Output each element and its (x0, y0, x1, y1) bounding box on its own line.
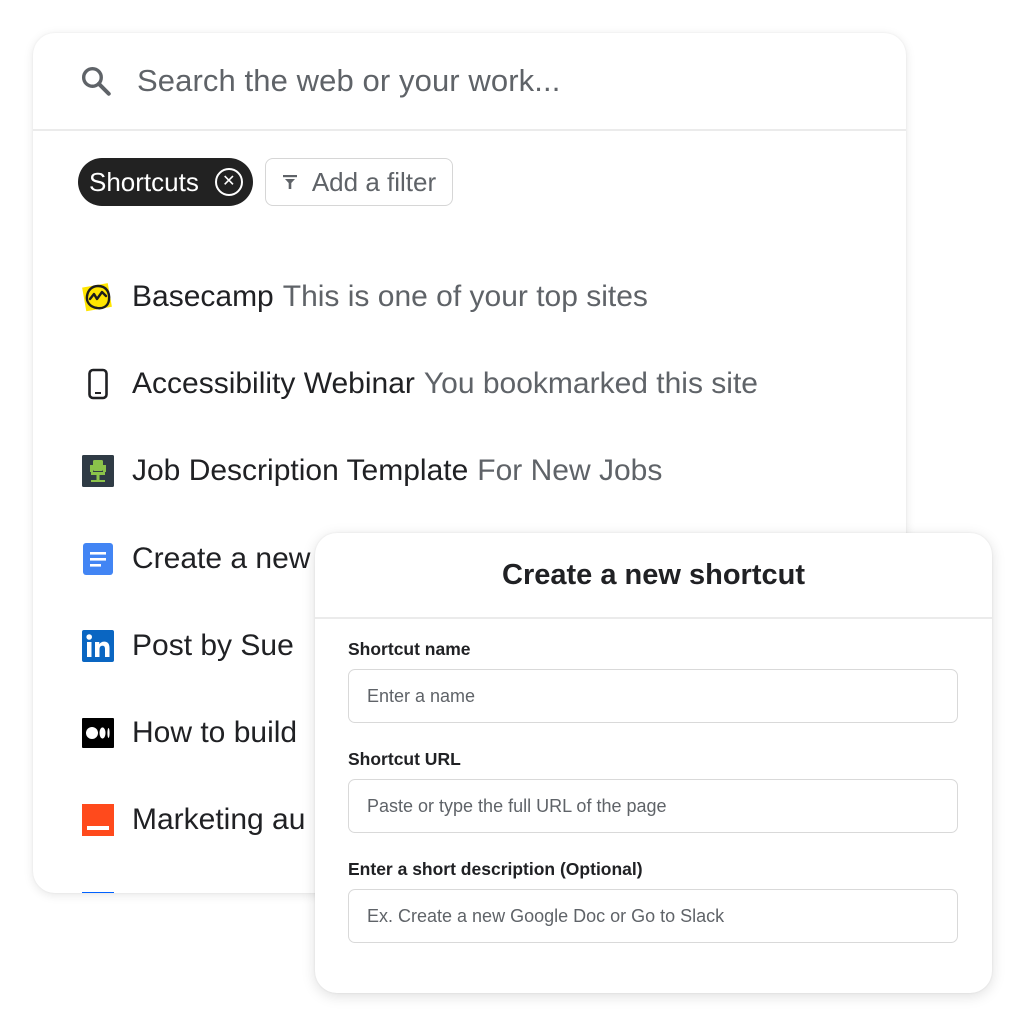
result-title: Job Description Template (132, 454, 469, 488)
search-icon (81, 66, 111, 96)
result-title: Marketing au (132, 803, 306, 837)
chip-label: Shortcuts (89, 166, 199, 197)
search-bar[interactable]: Search the web or your work... (33, 33, 906, 131)
add-filter-label: Add a filter (311, 166, 437, 197)
search-input[interactable]: Search the web or your work... (137, 63, 560, 99)
shortcut-description-input[interactable]: Ex. Create a new Google Doc or Go to Sla… (348, 889, 958, 943)
job-chair-icon (81, 454, 115, 488)
marketing-app-icon (81, 803, 115, 837)
result-title: How to build (132, 716, 298, 750)
shortcut-name-placeholder: Enter a name (367, 685, 476, 706)
shortcut-url-label: Shortcut URL (348, 749, 461, 769)
result-description: This is one of your top sites (282, 279, 648, 313)
shortcut-name-input[interactable]: Enter a name (348, 669, 958, 723)
basecamp-icon (81, 280, 115, 314)
shortcut-name-label: Shortcut name (348, 639, 471, 659)
result-title: Basecamp (132, 279, 274, 313)
result-title: Post by Sue (132, 628, 294, 662)
shortcuts-filter-chip[interactable]: Shortcuts ✕ (78, 158, 253, 206)
close-circle-icon[interactable]: ✕ (214, 168, 243, 196)
result-item-basecamp[interactable]: Basecamp This is one of your top sites (33, 253, 906, 340)
phone-icon (81, 367, 115, 401)
result-title: Accessibility Webinar (132, 366, 415, 400)
modal-title: Create a new shortcut (502, 558, 805, 591)
shortcut-url-input[interactable]: Paste or type the full URL of the page (348, 779, 958, 833)
modal-form: Shortcut name Enter a name Shortcut URL … (315, 619, 992, 943)
result-item-accessibility-webinar[interactable]: Accessibility Webinar You bookmarked thi… (33, 340, 906, 427)
create-shortcut-modal: Create a new shortcut Shortcut name Ente… (315, 533, 992, 993)
modal-header: Create a new shortcut (315, 533, 992, 619)
dropbox-icon (81, 891, 115, 893)
google-docs-icon (81, 542, 115, 576)
shortcut-description-label: Enter a short description (Optional) (348, 859, 643, 879)
medium-icon (81, 716, 115, 750)
result-description: For New Jobs (477, 454, 663, 488)
result-description: You bookmarked this site (423, 366, 758, 400)
add-filter-button[interactable]: Add a filter (264, 158, 454, 206)
result-title: Parental Leave (132, 891, 334, 893)
shortcut-description-placeholder: Ex. Create a new Google Doc or Go to Sla… (367, 905, 725, 926)
linkedin-icon (81, 629, 115, 663)
filter-bar: Shortcuts ✕ Add a filter (33, 158, 906, 206)
shortcut-url-placeholder: Paste or type the full URL of the page (367, 795, 667, 816)
filter-icon (282, 175, 297, 189)
result-item-job-description[interactable]: Job Description Template For New Jobs (33, 428, 906, 515)
